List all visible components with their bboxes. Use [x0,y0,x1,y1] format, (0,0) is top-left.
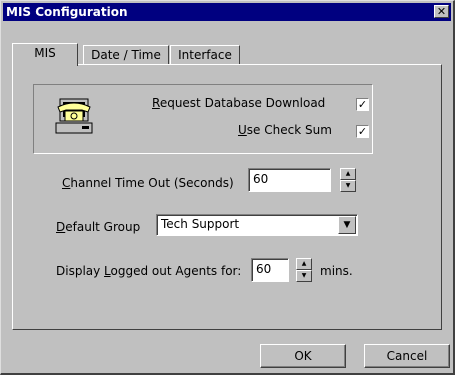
chevron-down-icon: ▼ [343,220,351,230]
logged-out-spin-up[interactable]: ▲ [296,258,312,270]
channel-timeout-label: Channel Time Out (Seconds) [62,176,234,190]
display-logged-out-agents-label: Display Logged out Agents for: [56,264,242,278]
arrow-up-icon: ▲ [345,170,351,177]
telephone-computer-icon [55,98,93,134]
request-database-download-checkbox[interactable]: ✓ [356,98,369,111]
ok-button[interactable]: OK [260,344,346,368]
tab-date-time[interactable]: Date / Time [83,45,169,65]
window-title: MIS Configuration [6,5,128,19]
check-mark-icon: ✓ [357,125,368,138]
tab-date-time-label: Date / Time [91,48,161,62]
logged-out-unit: mins. [320,264,353,278]
arrow-down-icon: ▼ [301,272,307,279]
close-button[interactable]: ✕ [434,5,449,18]
logged-out-agents-value: 60 [256,262,272,276]
title-bar: MIS Configuration ✕ [3,3,451,21]
default-group-select[interactable]: Tech Support [156,214,358,236]
default-group-value: Tech Support [161,217,240,231]
arrow-up-icon: ▲ [301,260,307,267]
close-icon: ✕ [436,5,447,18]
channel-timeout-input[interactable]: 60 [248,168,331,192]
request-database-download-label[interactable]: Request Database Download [152,96,325,110]
tab-interface[interactable]: Interface [170,45,240,65]
channel-timeout-value: 60 [253,172,269,186]
channel-timeout-spin-up[interactable]: ▲ [340,168,356,180]
channel-timeout-spin-down[interactable]: ▼ [340,180,356,192]
tab-interface-label: Interface [178,48,232,62]
tab-mis[interactable]: MIS [12,43,78,66]
use-check-sum-label[interactable]: Use Check Sum [238,123,332,137]
logged-out-agents-input[interactable]: 60 [251,258,289,282]
cancel-button[interactable]: Cancel [364,344,450,368]
arrow-down-icon: ▼ [345,182,351,189]
check-mark-icon: ✓ [357,98,368,111]
default-group-dropdown-button[interactable]: ▼ [338,216,356,234]
logged-out-spin-down[interactable]: ▼ [296,270,312,282]
tab-mis-label: MIS [34,46,56,60]
use-check-sum-checkbox[interactable]: ✓ [356,125,369,138]
default-group-label: Default Group [56,220,141,234]
